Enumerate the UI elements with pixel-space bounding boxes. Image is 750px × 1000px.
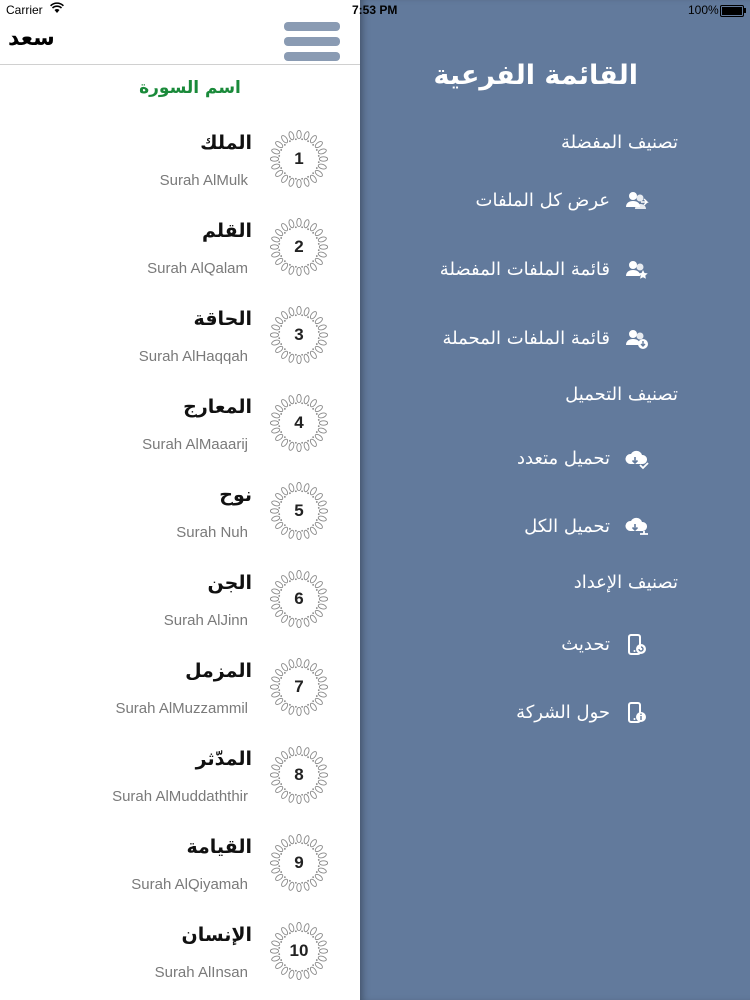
users-icon	[624, 188, 650, 214]
surah-number: 10	[289, 941, 309, 960]
nav-title: سعد	[8, 26, 55, 51]
surah-latin-name: Surah AlInsan	[154, 964, 248, 981]
hamburger-menu-button[interactable]	[284, 22, 340, 62]
surah-number-badge: 5	[270, 482, 328, 540]
surah-latin-name: Surah AlMaaarij	[142, 436, 248, 453]
menu-item-label: تحميل متعدد	[516, 448, 610, 469]
surah-arabic-name: الحاقة	[193, 308, 252, 330]
surah-row[interactable]: الحاقة Surah AlHaqqah 3	[0, 292, 360, 380]
battery-percent: 100%	[688, 3, 719, 17]
menu-item-label: قائمة الملفات المحملة	[442, 328, 610, 349]
surah-number-badge: 4	[270, 394, 328, 452]
surah-number: 6	[294, 589, 304, 608]
surah-latin-name: Surah AlJinn	[163, 612, 248, 629]
section-header-download: تصنيف التحميل	[565, 384, 678, 405]
surah-number: 7	[294, 677, 304, 696]
surah-row[interactable]: القيامة Surah AlQiyamah 9	[0, 820, 360, 908]
surah-number-badge: 1	[270, 130, 328, 188]
surah-row[interactable]: نوح Surah Nuh 5	[0, 468, 360, 556]
surah-latin-name: Surah AlMuddaththir	[112, 788, 248, 805]
hamburger-icon	[284, 22, 340, 31]
menu-item-favorite-files[interactable]: قائمة الملفات المفضلة	[420, 251, 720, 291]
surah-arabic-name: الإنسان	[181, 924, 252, 946]
menu-item-label: عرض كل الملفات	[475, 190, 610, 211]
device-info-icon	[624, 700, 650, 726]
menu-item-label: تحميل الكل	[524, 516, 610, 537]
menu-item-all-files[interactable]: عرض كل الملفات	[420, 182, 720, 222]
surah-latin-name: Surah AlQiyamah	[131, 876, 248, 893]
menu-item-label: حول الشركة	[516, 702, 610, 723]
surah-arabic-name: الجن	[207, 572, 252, 594]
menu-item-about-company[interactable]: حول الشركة	[420, 694, 720, 734]
surah-row[interactable]: المعارج Surah AlMaaarij 4	[0, 380, 360, 468]
menu-item-download-all[interactable]: تحميل الكل	[420, 508, 720, 548]
surah-number: 2	[294, 237, 304, 256]
section-header-settings: تصنيف الإعداد	[573, 572, 678, 593]
menu-item-label: تحديث	[561, 634, 610, 655]
surah-row[interactable]: الجن Surah AlJinn 6	[0, 556, 360, 644]
surah-number: 9	[294, 853, 304, 872]
battery-icon	[720, 5, 744, 17]
surah-row[interactable]: المزمل Surah AlMuzzammil 7	[0, 644, 360, 732]
surah-number-badge: 6	[270, 570, 328, 628]
device-refresh-icon	[624, 632, 650, 658]
clock: 7:53 PM	[352, 3, 398, 17]
main-panel: سعد اسم السورة الملك Surah AlMulk 1 القلم Su…	[0, 0, 360, 1000]
surah-row[interactable]: الإنسان Surah AlInsan 10	[0, 908, 360, 996]
users-star-icon	[624, 257, 650, 283]
surah-number-badge: 7	[270, 658, 328, 716]
surah-arabic-name: القلم	[202, 220, 252, 242]
menu-item-multi-download[interactable]: تحميل متعدد	[420, 440, 720, 480]
surah-row[interactable]: القلم Surah AlQalam 2	[0, 204, 360, 292]
surah-arabic-name: المدّثر	[195, 748, 252, 770]
surah-number-badge: 9	[270, 834, 328, 892]
surah-arabic-name: المعارج	[183, 396, 252, 418]
surah-number: 4	[294, 413, 304, 432]
cloud-download-icon	[624, 446, 650, 472]
carrier-label: Carrier	[6, 3, 43, 17]
surah-latin-name: Surah Nuh	[176, 524, 248, 541]
surah-arabic-name: القيامة	[186, 836, 253, 858]
surah-number: 3	[294, 325, 304, 344]
surah-number-badge: 8	[270, 746, 328, 804]
surah-number: 5	[294, 501, 304, 520]
surah-arabic-name: الملك	[200, 132, 252, 154]
side-menu: القائمة الفرعية تصنيف المفضلة عرض كل الم…	[360, 0, 750, 1000]
side-menu-title: القائمة الفرعية	[433, 60, 638, 91]
section-header-favorites: تصنيف المفضلة	[560, 132, 678, 153]
cloud-download-all-icon	[624, 514, 650, 540]
surah-number-badge: 2	[270, 218, 328, 276]
wifi-icon	[50, 2, 64, 17]
surah-number: 1	[294, 149, 304, 168]
menu-item-label: قائمة الملفات المفضلة	[439, 259, 610, 280]
list-header: اسم السورة	[139, 78, 241, 98]
surah-latin-name: Surah AlHaqqah	[138, 348, 248, 365]
surah-number-badge: 3	[270, 306, 328, 364]
surah-row[interactable]: المدّثر Surah AlMuddaththir 8	[0, 732, 360, 820]
surah-latin-name: Surah AlQalam	[147, 260, 248, 277]
surah-arabic-name: المزمل	[185, 660, 252, 682]
surah-row[interactable]: الملك Surah AlMulk 1	[0, 116, 360, 204]
surah-latin-name: Surah AlMuzzammil	[115, 700, 248, 717]
nav-bar: سعد	[0, 22, 360, 65]
users-download-icon	[624, 326, 650, 352]
menu-item-update[interactable]: تحديث	[420, 626, 720, 666]
surah-number-badge: 10	[270, 922, 328, 980]
status-bar: Carrier 7:53 PM 100%	[0, 0, 750, 22]
menu-item-downloaded-files[interactable]: قائمة الملفات المحملة	[420, 320, 720, 360]
surah-number: 8	[294, 765, 304, 784]
surah-arabic-name: نوح	[219, 484, 252, 506]
surah-latin-name: Surah AlMulk	[159, 172, 248, 189]
